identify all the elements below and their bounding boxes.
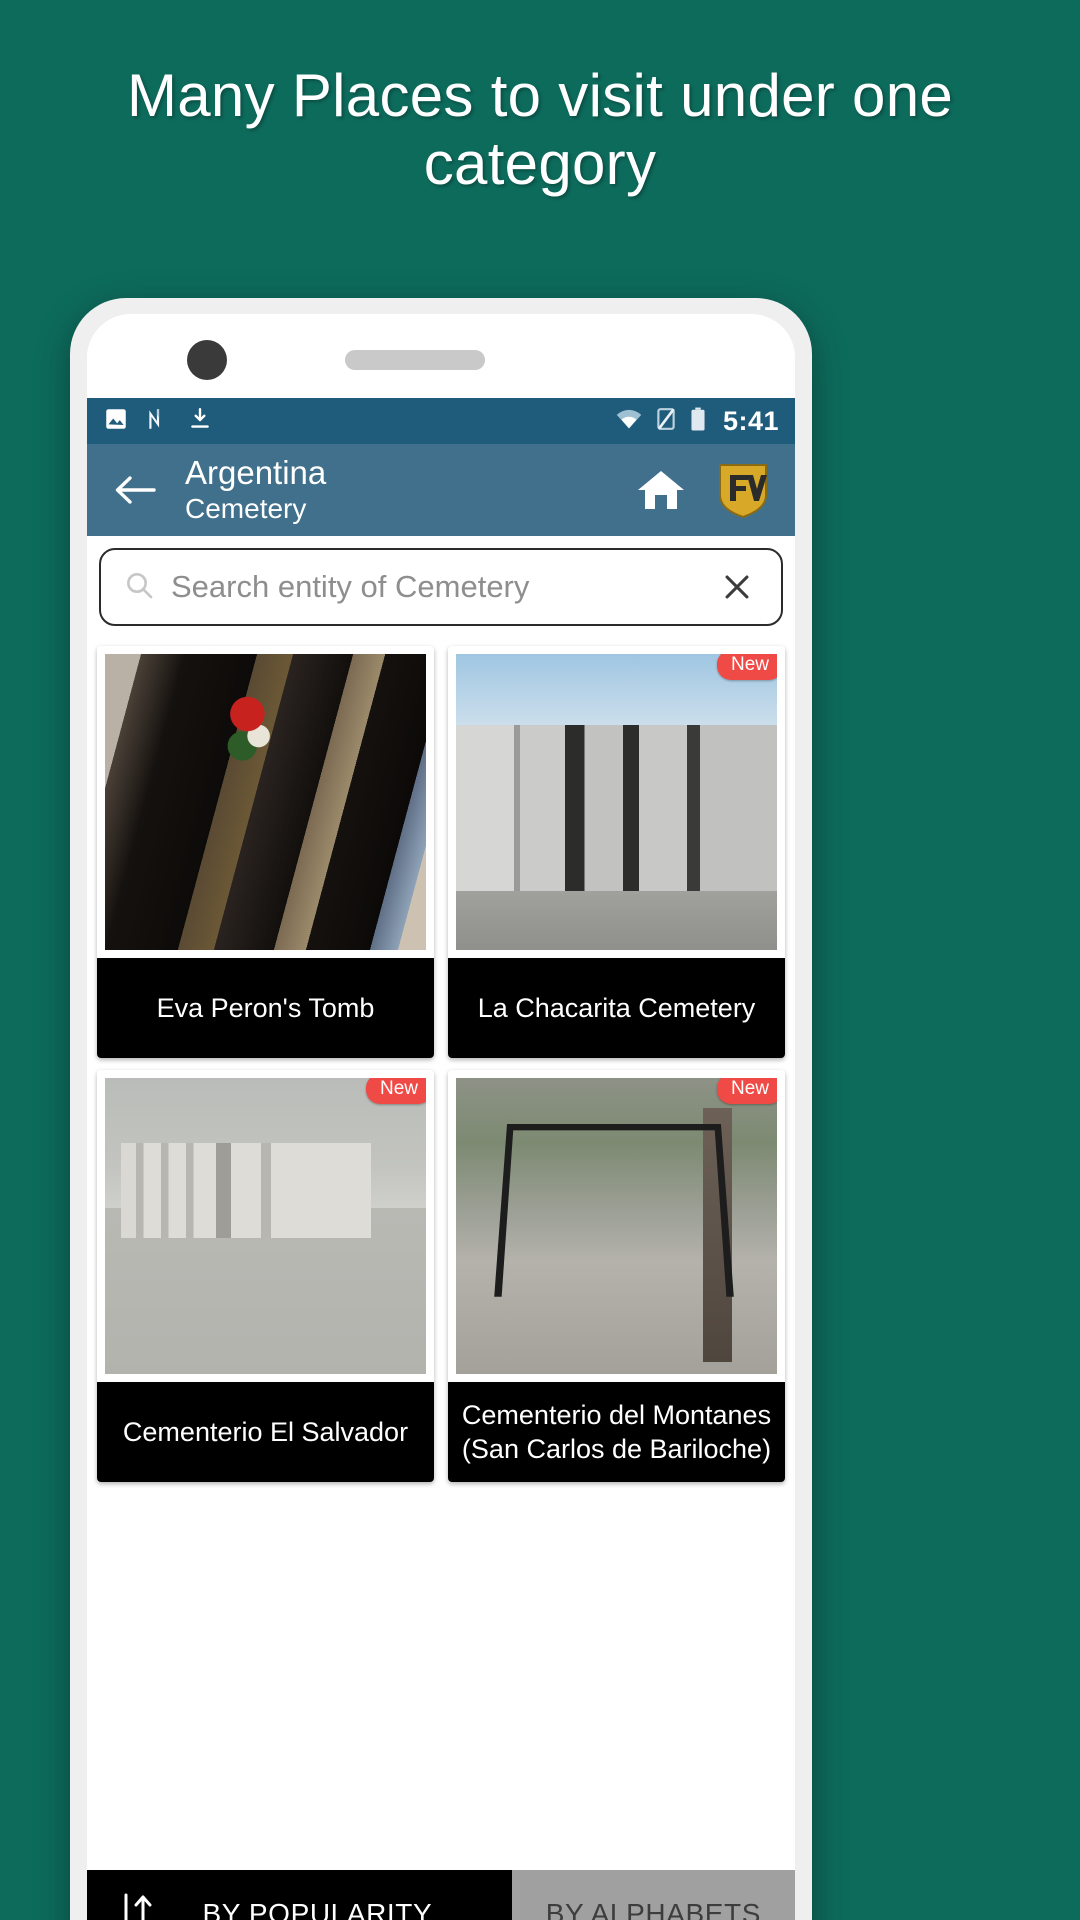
status-badge: New [716,1078,777,1104]
status-badge: New [365,1078,426,1104]
page-title: Many Places to visit under one category [126,62,954,197]
list-item[interactable]: New Cementerio del Montanes (San Carlos … [448,1070,785,1482]
card-thumbnail [105,654,426,950]
card-title: La Chacarita Cemetery [448,958,785,1058]
phone-screen: 5:41 Argentina Cemetery Search entity of… [87,314,795,1920]
speaker-grille [345,350,485,370]
app-bar-titles: Argentina Cemetery [185,454,633,526]
thumbnail-art [105,654,426,950]
entity-grid: Eva Peron's Tomb New La Chacarita Cemete… [87,636,795,1482]
card-title: Cementerio El Salvador [97,1382,434,1482]
image-icon [103,406,129,437]
promo-screenshot: Many Places to visit under one category [0,0,1080,1920]
card-thumbnail: New [456,654,777,950]
app-bar: Argentina Cemetery [87,444,795,536]
signal-off-icon [655,407,677,436]
download-icon [187,406,213,437]
camera-icon [187,340,227,380]
thumbnail-art [456,654,777,950]
search-icon [123,569,155,606]
close-icon[interactable] [715,565,759,609]
sort-updown-icon[interactable] [87,1889,183,1920]
status-bar-clock: 5:41 [722,405,779,436]
tab-by-alphabets[interactable]: BY ALPHABETS [511,1870,795,1920]
status-bar-left-icons [103,406,213,437]
shield-brand-icon[interactable] [715,460,771,520]
home-icon[interactable] [633,462,689,518]
phone-frame: 5:41 Argentina Cemetery Search entity of… [70,298,812,1920]
app-bar-actions [633,460,771,520]
card-thumbnail: New [456,1078,777,1374]
tab-by-alphabets-label: BY ALPHABETS [545,1898,762,1920]
tab-by-popularity-label: BY POPULARITY [202,1898,433,1920]
phone-top-bezel [87,314,795,398]
status-bar-right-icons: 5:41 [615,406,779,437]
search-bar-container: Search entity of Cemetery [87,536,795,636]
thumbnail-art [456,1078,777,1374]
app-bar-subtitle: Cemetery [185,493,307,524]
status-badge: New [716,654,777,680]
card-thumbnail: New [105,1078,426,1374]
card-title: Eva Peron's Tomb [97,958,434,1058]
app-bar-title: Argentina [185,454,327,491]
nova-launcher-icon [145,406,171,437]
tab-by-popularity[interactable]: BY POPULARITY [87,1870,512,1920]
wifi-icon [615,408,643,435]
list-item[interactable]: New Cementerio El Salvador [97,1070,434,1482]
search-input[interactable]: Search entity of Cemetery [99,548,783,626]
card-title: Cementerio del Montanes (San Carlos de B… [448,1382,785,1482]
status-bar: 5:41 [87,398,795,444]
list-item[interactable]: Eva Peron's Tomb [97,646,434,1058]
thumbnail-art [105,1078,426,1374]
list-item[interactable]: New La Chacarita Cemetery [448,646,785,1058]
sort-bar: BY POPULARITY BY ALPHABETS [87,1870,795,1920]
back-arrow-icon[interactable] [107,462,163,518]
search-placeholder-text: Search entity of Cemetery [171,569,530,604]
battery-icon [689,407,707,436]
